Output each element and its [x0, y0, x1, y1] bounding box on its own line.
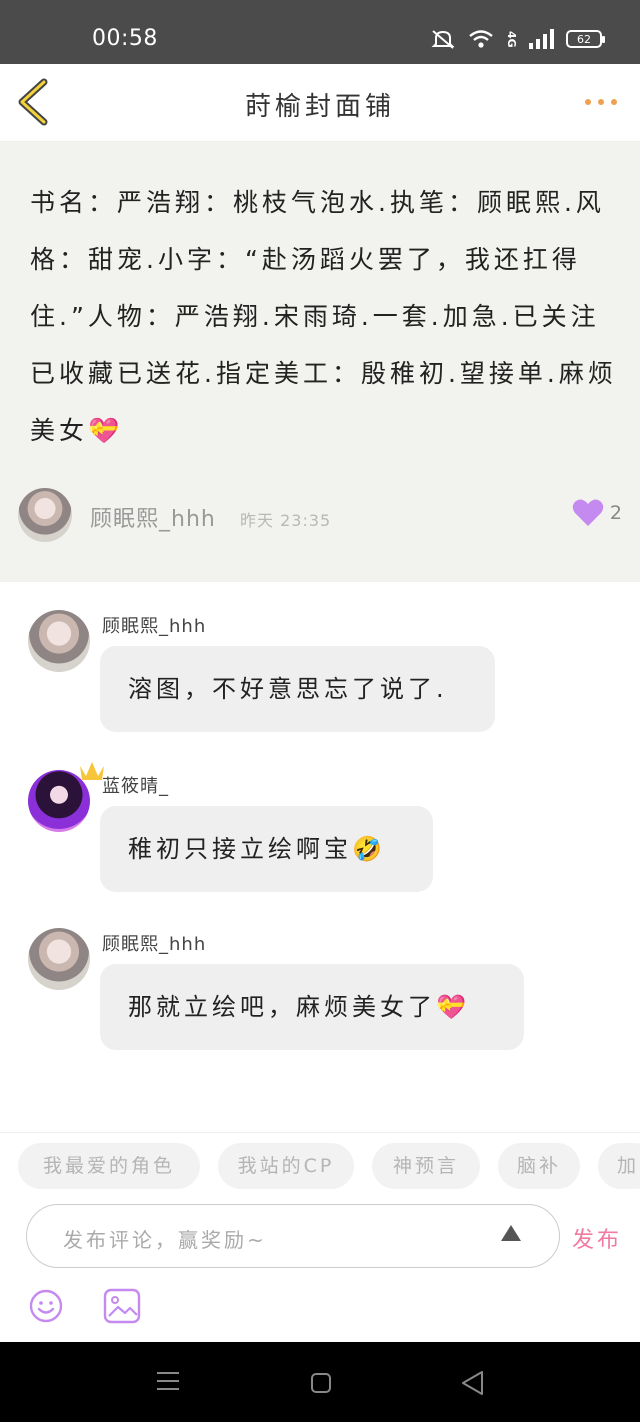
comment-author-name[interactable]: 蓝筱晴_ — [102, 772, 169, 798]
menu-icon[interactable] — [156, 1370, 180, 1392]
publish-button[interactable]: 发布 — [572, 1222, 622, 1254]
home-square-icon[interactable] — [310, 1372, 332, 1394]
back-triangle-icon[interactable] — [460, 1370, 484, 1396]
page-title: 莳榆封面铺 — [244, 92, 395, 122]
image-icon[interactable] — [103, 1288, 141, 1324]
tag-chip[interactable]: 神预言 — [372, 1143, 480, 1189]
status-bar: 00:58 4G 62 — [0, 0, 640, 64]
comment-bubble[interactable]: 那就立绘吧，麻烦美女了💝 — [100, 964, 524, 1050]
signal-icon — [529, 29, 554, 49]
triangle-up-icon[interactable] — [499, 1223, 523, 1243]
avatar[interactable] — [28, 610, 90, 672]
post-timestamp: 昨天 23:35 — [240, 511, 332, 530]
battery-level: 62 — [577, 32, 591, 46]
comment-author-name[interactable]: 顾眠熙_hhh — [102, 612, 206, 638]
comment-item: 蓝筱晴_ 稚初只接立绘啊宝🤣 — [0, 762, 640, 894]
comment-author-name[interactable]: 顾眠熙_hhh — [102, 930, 206, 956]
more-dots-icon[interactable] — [584, 96, 618, 108]
status-time: 00:58 — [92, 26, 158, 51]
post-card: 书名：严浩翔：桃枝气泡水.执笔：顾眠熙.风格：甜宠.小字：“赴汤蹈火罢了，我还扛… — [0, 142, 640, 582]
heart-icon[interactable] — [572, 498, 604, 528]
comment-item: 顾眠熙_hhh 溶图，不好意思忘了说了. — [0, 610, 640, 734]
header: 莳榆封面铺 — [0, 64, 640, 142]
system-nav-bar — [0, 1342, 640, 1422]
tag-chip[interactable]: 脑补 — [498, 1143, 580, 1189]
comment-bubble[interactable]: 溶图，不好意思忘了说了. — [100, 646, 495, 732]
comment-input-placeholder: 发布评论，赢奖励~ — [63, 1228, 267, 1252]
tag-chip-row: 我最爱的角色 我站的CP 神预言 脑补 加 — [0, 1132, 640, 1200]
like-count: 2 — [609, 502, 622, 524]
avatar[interactable] — [18, 488, 72, 542]
battery-icon: 62 — [566, 30, 605, 48]
tag-chip[interactable]: 加 — [598, 1143, 640, 1189]
comment-bubble[interactable]: 稚初只接立绘啊宝🤣 — [100, 806, 433, 892]
post-body-text: 书名：严浩翔：桃枝气泡水.执笔：顾眠熙.风格：甜宠.小字：“赴汤蹈火罢了，我还扛… — [30, 188, 617, 445]
post-meta: 顾眠熙_hhh 昨天 23:35 2 — [18, 488, 622, 542]
tag-chip[interactable]: 我最爱的角色 — [18, 1143, 200, 1189]
tag-chip[interactable]: 我站的CP — [218, 1143, 354, 1189]
avatar[interactable] — [28, 928, 90, 990]
comment-item: 顾眠熙_hhh 那就立绘吧，麻烦美女了💝 — [0, 928, 640, 1052]
emoji-icon[interactable] — [28, 1288, 64, 1324]
network-type-label: 4G — [505, 30, 518, 48]
wifi-icon — [469, 30, 493, 48]
mute-bell-icon — [431, 30, 455, 49]
post-author-name[interactable]: 顾眠熙_hhh — [90, 501, 216, 533]
status-icons: 4G 62 — [430, 26, 605, 52]
comment-input[interactable]: 发布评论，赢奖励~ — [26, 1204, 560, 1268]
